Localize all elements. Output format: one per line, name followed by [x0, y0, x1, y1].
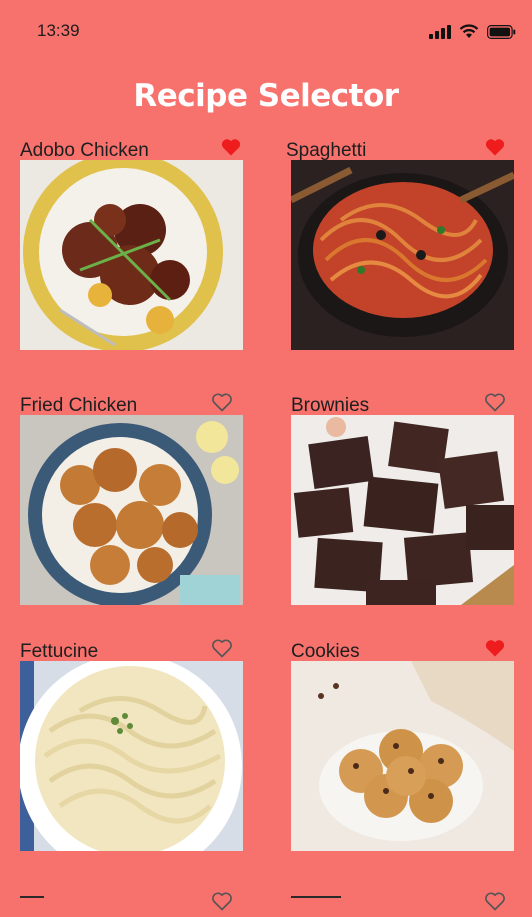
heart-icon[interactable]: [211, 637, 233, 659]
heart-icon[interactable]: [484, 391, 506, 413]
page-title: Recipe Selector: [133, 78, 399, 114]
recipe-name: Spaghetti: [286, 140, 367, 161]
heart-icon[interactable]: [211, 890, 233, 912]
recipe-card[interactable]: Fettucine: [20, 639, 243, 853]
heart-icon[interactable]: [211, 391, 233, 413]
heart-icon[interactable]: [220, 136, 242, 158]
recipe-image[interactable]: [291, 160, 514, 350]
recipe-card[interactable]: Cookies: [291, 640, 514, 853]
recipe-image[interactable]: [20, 160, 243, 350]
battery-icon: [487, 24, 516, 39]
recipe-card[interactable]: [20, 893, 80, 898]
recipe-name: Fried Chicken: [20, 395, 138, 416]
recipe-image[interactable]: [291, 661, 514, 851]
recipe-name: Cookies: [291, 641, 360, 662]
recipe-name: Adobo Chicken: [20, 140, 149, 161]
recipe-image[interactable]: [291, 415, 514, 605]
recipe-name: Fettucine: [20, 641, 99, 662]
heart-icon[interactable]: [484, 637, 506, 659]
cellular-signal-icon: [429, 24, 451, 39]
recipe-image[interactable]: [20, 415, 243, 605]
recipe-name: Brownies: [291, 395, 370, 416]
recipe-card[interactable]: [291, 893, 351, 898]
recipe-card[interactable]: Spaghetti: [286, 139, 514, 352]
status-time: 13:39: [37, 21, 80, 40]
recipe-card[interactable]: Fried Chicken: [20, 393, 243, 607]
recipe-card[interactable]: Brownies: [291, 393, 514, 607]
heart-icon[interactable]: [484, 136, 506, 158]
recipe-card[interactable]: Adobo Chicken: [20, 139, 243, 352]
status-icons: [429, 24, 516, 39]
status-bar: 13:39: [0, 0, 532, 60]
wifi-icon: [459, 24, 479, 38]
heart-icon[interactable]: [484, 890, 506, 912]
recipe-image[interactable]: [20, 661, 243, 851]
